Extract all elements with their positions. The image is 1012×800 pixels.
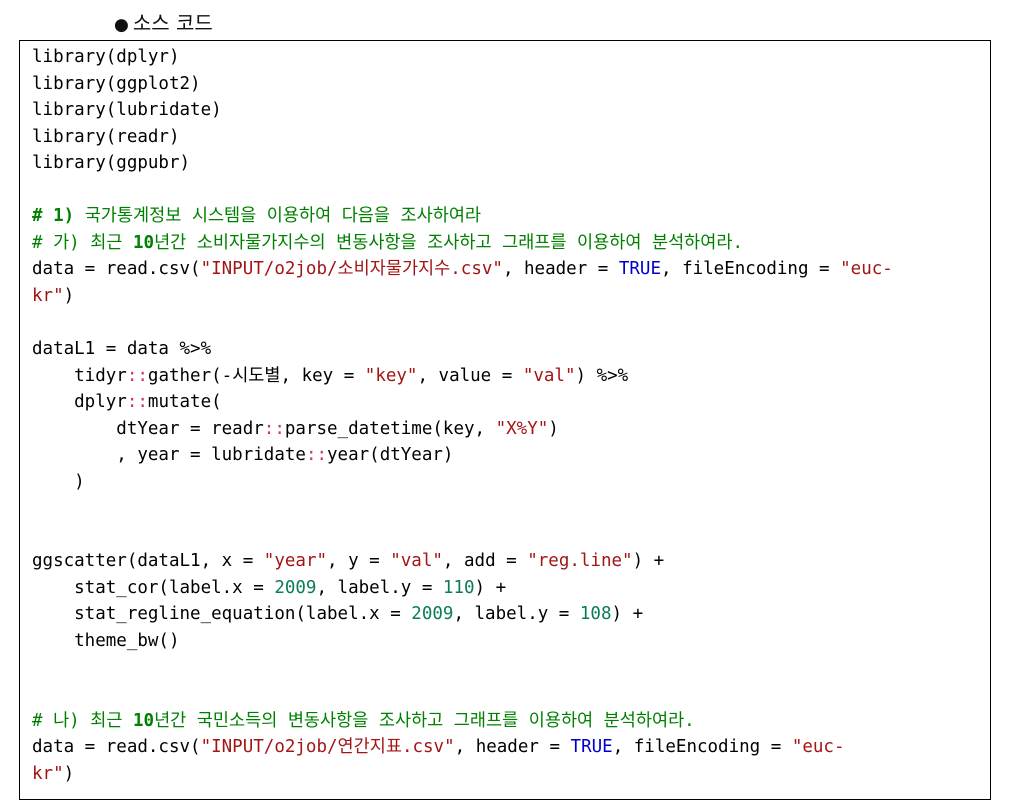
code-line: kr") [32, 763, 75, 784]
code-line: stat_regline_equation(label.x = 2009, la… [32, 604, 644, 625]
section-heading: ● 소스 코드 [114, 10, 213, 38]
code-line: data = read.csv("INPUT/o2job/연간지표.csv", … [32, 737, 845, 758]
bullet-icon: ● [114, 15, 129, 35]
code-line: stat_cor(label.x = 2009, label.y = 110) … [32, 577, 507, 598]
comment-line: # 1) 국가통계정보 시스템을 이용하여 다음을 조사하여라 [32, 206, 482, 227]
code-line: library(lubridate) [32, 100, 222, 121]
code-line: tidyr::gather(-시도별, key = "key", value =… [32, 365, 629, 386]
section-title: 소스 코드 [132, 11, 213, 35]
comment-line: # 가) 최근 10년간 소비자물가지수의 변동사항을 조사하고 그래프를 이용… [32, 232, 744, 253]
code-line: ) [32, 471, 85, 492]
comment-line: # 나) 최근 10년간 국민소득의 변동사항을 조사하고 그래프를 이용하여 … [32, 710, 695, 731]
code-line: dtYear = readr::parse_datetime(key, "X%Y… [32, 418, 559, 439]
code-line: ggscatter(dataL1, x = "year", y = "val",… [32, 551, 665, 572]
code-line: kr") [32, 285, 75, 306]
code-line: library(ggplot2) [32, 73, 201, 94]
code-line: dplyr::mutate( [32, 392, 222, 413]
code-block: library(dplyr) library(ggplot2) library(lu… [32, 44, 893, 787]
code-line: library(dplyr) [32, 47, 180, 67]
code-line: , year = lubridate::year(dtYear) [32, 445, 454, 466]
code-line: library(readr) [32, 126, 180, 147]
code-line: library(ggpubr) [32, 153, 191, 174]
code-box: library(dplyr) library(ggplot2) library(lu… [19, 40, 991, 800]
code-line: data = read.csv("INPUT/o2job/소비자물가지수.csv… [32, 259, 893, 280]
code-line: dataL1 = data %>% [32, 339, 212, 360]
code-line: theme_bw() [32, 631, 180, 652]
